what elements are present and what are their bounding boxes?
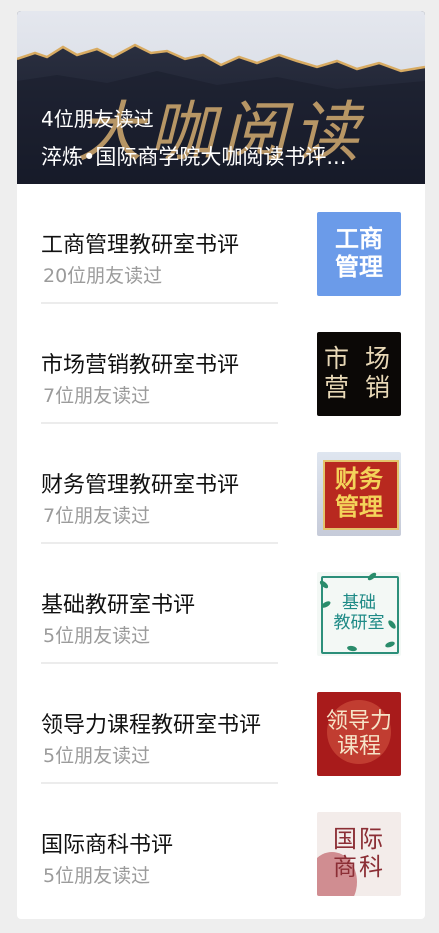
thumb-text-line: 领导力 <box>325 708 392 734</box>
item-title: 财务管理教研室书评 <box>41 473 240 498</box>
thumb-text-line: 教研室 <box>333 613 385 633</box>
list-item[interactable]: 国际商科书评 5位朋友读过 国际 商科 <box>17 784 425 904</box>
banner-title: 淬炼•国际商学院大咖阅读书评... <box>41 145 347 169</box>
item-title: 国际商科书评 <box>41 833 174 858</box>
list-item[interactable]: 市场营销教研室书评 7位朋友读过 市 场 营 销 <box>17 304 425 424</box>
item-thumbnail: 国际 商科 <box>317 812 401 896</box>
item-readers-count: 7位朋友读过 <box>43 505 151 527</box>
item-title: 市场营销教研室书评 <box>41 353 240 378</box>
featured-banner[interactable]: 大咖阅读 4位朋友读过 淬炼•国际商学院大咖阅读书评... <box>17 11 425 184</box>
item-thumbnail: 领导力 课程 <box>317 692 401 776</box>
item-readers-count: 7位朋友读过 <box>43 385 151 407</box>
thumb-text-line: 市 场 <box>324 344 394 374</box>
thumb-text-line: 国际 <box>333 825 385 854</box>
item-readers-count: 5位朋友读过 <box>43 745 151 767</box>
banner-readers-count: 4位朋友读过 <box>41 107 154 131</box>
thumb-text-line: 基础 <box>342 593 376 614</box>
thumb-text-line: 管理 <box>335 493 383 521</box>
item-title: 工商管理教研室书评 <box>41 233 240 258</box>
item-title: 领导力课程教研室书评 <box>41 713 262 738</box>
thumb-text-line: 工商 <box>335 225 383 254</box>
item-readers-count: 20位朋友读过 <box>43 265 163 287</box>
item-title: 基础教研室书评 <box>41 593 196 618</box>
book-review-card: 大咖阅读 4位朋友读过 淬炼•国际商学院大咖阅读书评... 工商管理教研室书评 … <box>17 11 425 919</box>
thumb-text-line: 商科 <box>333 853 385 881</box>
thumb-text-line: 管理 <box>335 253 383 281</box>
list-item[interactable]: 基础教研室书评 5位朋友读过 基础 教研室 <box>17 544 425 664</box>
item-readers-count: 5位朋友读过 <box>43 625 151 647</box>
item-thumbnail: 财务 管理 <box>317 452 401 536</box>
list-item[interactable]: 工商管理教研室书评 20位朋友读过 工商 管理 <box>17 184 425 304</box>
thumb-text-line: 营 销 <box>324 373 394 402</box>
thumb-text-line: 课程 <box>336 734 381 759</box>
thumb-text-line: 财务 <box>335 465 383 494</box>
list-item[interactable]: 财务管理教研室书评 7位朋友读过 财务 管理 <box>17 424 425 544</box>
item-thumbnail: 工商 管理 <box>317 212 401 296</box>
item-readers-count: 5位朋友读过 <box>43 865 151 887</box>
item-thumbnail: 基础 教研室 <box>317 572 401 656</box>
list-item[interactable]: 领导力课程教研室书评 5位朋友读过 领导力 课程 <box>17 664 425 784</box>
review-list: 工商管理教研室书评 20位朋友读过 工商 管理 市场营销教研室书评 7位朋友读过… <box>17 184 425 904</box>
item-thumbnail: 市 场 营 销 <box>317 332 401 416</box>
